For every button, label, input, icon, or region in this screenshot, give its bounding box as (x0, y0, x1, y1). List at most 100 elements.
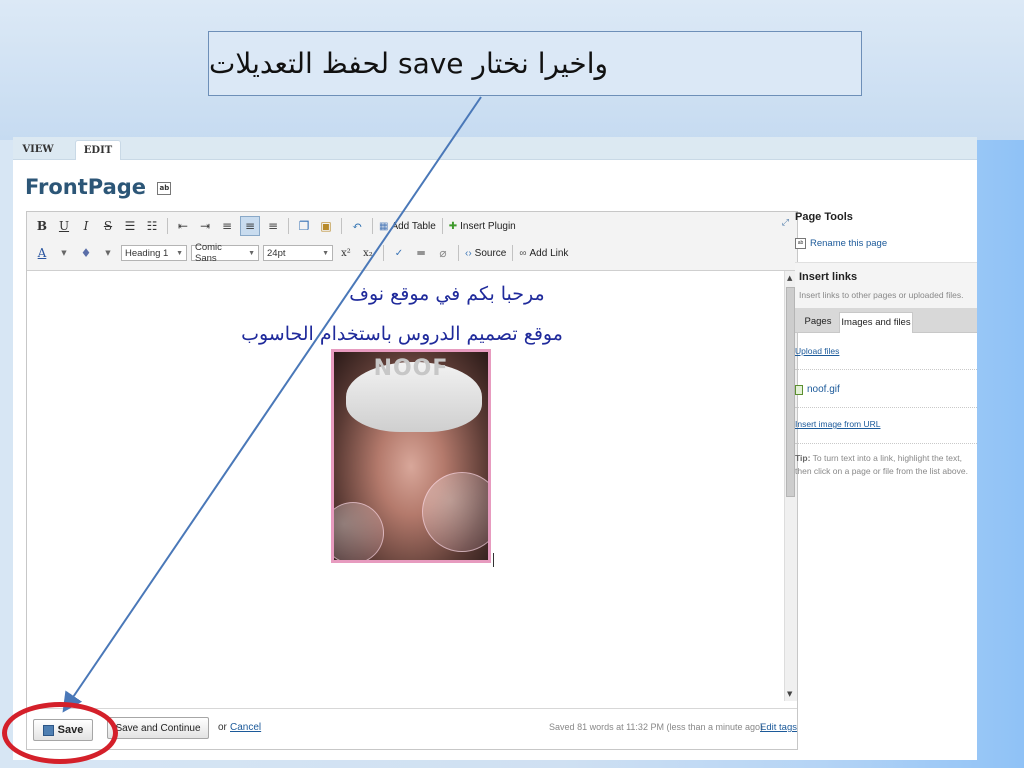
numbered-list-icon[interactable]: ☷ (143, 217, 161, 235)
size-select[interactable]: 24pt ▼ (263, 245, 333, 261)
scroll-up-icon[interactable]: ▲ (787, 274, 792, 282)
eraser-icon[interactable]: ⌀ (434, 244, 452, 262)
floppy-disk-icon (42, 724, 54, 736)
callout-text: واخيرا نختار save لحفظ التعديلات (209, 47, 608, 80)
text-color-icon[interactable]: A (33, 244, 51, 262)
instruction-callout: واخيرا نختار save لحفظ التعديلات (208, 31, 862, 96)
bullet-list-icon[interactable]: ☰ (121, 217, 139, 235)
table-icon: ▦ (379, 220, 389, 232)
scroll-thumb[interactable] (786, 287, 795, 497)
save-button[interactable]: Save (33, 719, 93, 741)
toolbar-row-1: B U I S ☰ ☷ ⇤ ⇥ ≡ ≡ ≡ ❐ ▣ ↶ ▦ Add Table … (33, 215, 516, 237)
insert-links-title: Insert links (799, 271, 858, 283)
align-left-icon[interactable]: ≡ (218, 217, 236, 235)
source-button[interactable]: ‹› Source (465, 248, 506, 259)
save-status-text: Saved 81 words at 11:32 PM (less than a … (549, 722, 763, 732)
insert-image-url-link[interactable]: Insert image from URL (795, 419, 881, 429)
page-title-text: FrontPage (25, 175, 147, 199)
font-select[interactable]: Comic Sans ▼ (191, 242, 259, 264)
add-link-label: Add Link (529, 247, 569, 259)
copy-icon[interactable]: ❐ (295, 217, 313, 235)
align-right-icon[interactable]: ≡ (264, 217, 282, 235)
expand-icon[interactable]: ⤢ (782, 218, 789, 228)
page-tools-heading: Page Tools (795, 211, 853, 223)
superscript-button[interactable]: x² (337, 244, 355, 262)
subscript-button[interactable]: x₂ (359, 244, 377, 262)
image-bubble (334, 502, 384, 560)
tip-text: Tip: To turn text into a link, highlight… (795, 452, 977, 478)
add-table-label: Add Table (391, 220, 436, 232)
undo-icon[interactable]: ↶ (348, 217, 366, 235)
indent-icon[interactable]: ⇥ (196, 217, 214, 235)
tab-edit[interactable]: EDIT (75, 140, 121, 160)
underline-button[interactable]: U (55, 217, 73, 235)
tab-images-and-files[interactable]: Images and files (839, 312, 913, 333)
content-heading-2: موقع تصميم الدروس باستخدام الحاسوب (241, 323, 563, 345)
editor-footer: Save Save and Continue or Cancel Saved 8… (27, 708, 797, 749)
italic-button[interactable]: I (77, 217, 95, 235)
size-select-value: 24pt (267, 247, 286, 259)
sidebar-divider (795, 443, 977, 444)
code-icon: ‹› (465, 247, 472, 259)
rename-icon: ab (795, 238, 806, 249)
toolbar-separator (372, 218, 373, 234)
toolbar-separator (458, 245, 459, 261)
chevron-down-icon: ▼ (248, 249, 255, 257)
tip-body: To turn text into a link, highlight the … (795, 453, 968, 477)
or-text: or (218, 722, 227, 733)
link-icon: ∞ (519, 247, 527, 259)
toolbar-separator (167, 218, 168, 234)
tab-view[interactable]: VIEW (13, 140, 63, 159)
wiki-editor-window: VIEW EDIT FrontPage ab B U I S ☰ ☷ ⇤ ⇥ ≡… (13, 137, 977, 760)
image-watermark-text: NOOF (373, 356, 449, 381)
source-label: Source (474, 247, 507, 259)
image-bubble (422, 472, 488, 552)
paste-icon[interactable]: ▣ (317, 217, 335, 235)
rich-text-editor: B U I S ☰ ☷ ⇤ ⇥ ≡ ≡ ≡ ❐ ▣ ↶ ▦ Add Table … (26, 211, 798, 750)
image-file-icon (795, 384, 803, 395)
insert-plugin-button[interactable]: ✚ Insert Plugin (449, 221, 516, 232)
strikethrough-button[interactable]: S (99, 217, 117, 235)
font-select-value: Comic Sans (195, 242, 222, 264)
chevron-down-icon: ▼ (322, 249, 329, 257)
toolbar-separator (383, 245, 384, 261)
editor-content-area[interactable]: مرحبا بكم في موقع نوف موقع تصميم الدروس … (27, 271, 782, 701)
insert-links-subtitle: Insert links to other pages or uploaded … (799, 290, 964, 300)
puzzle-icon: ✚ (448, 220, 458, 232)
tab-bar: VIEW EDIT (13, 137, 977, 160)
bold-button[interactable]: B (33, 217, 51, 235)
format-select[interactable]: Heading 1 ▼ (121, 245, 187, 261)
chevron-down-icon: ▼ (176, 249, 183, 257)
upload-files-link[interactable]: Upload files (795, 346, 839, 356)
rename-page-link[interactable]: ab Rename this page (795, 238, 887, 249)
rename-page-label: Rename this page (810, 238, 888, 249)
insert-links-tabs: Pages Images and files (795, 308, 977, 333)
highlight-icon[interactable]: ♦ (77, 244, 95, 262)
scroll-down-icon[interactable]: ▼ (787, 690, 792, 698)
insert-links-panel: Insert links Insert links to other pages… (795, 262, 977, 309)
toolbar-separator (441, 218, 443, 234)
spellcheck-icon[interactable]: ✓ (390, 244, 408, 262)
rename-icon[interactable]: ab (157, 181, 172, 195)
chevron-down-icon[interactable]: ▼ (99, 244, 117, 262)
outdent-icon[interactable]: ⇤ (174, 217, 192, 235)
add-table-button[interactable]: ▦ Add Table (379, 221, 436, 232)
file-item-label: noof.gif (807, 384, 840, 395)
cancel-link[interactable]: Cancel (230, 722, 261, 733)
page-title: FrontPage ab (25, 175, 172, 199)
add-link-button[interactable]: ∞ Add Link (519, 248, 568, 259)
toolbar-row-2: A ▼ ♦ ▼ Heading 1 ▼ Comic Sans ▼ 24pt ▼ … (33, 242, 569, 264)
toolbar-separator (288, 218, 289, 234)
editor-toolbar: B U I S ☰ ☷ ⇤ ⇥ ≡ ≡ ≡ ❐ ▣ ↶ ▦ Add Table … (27, 212, 797, 271)
file-item[interactable]: noof.gif (795, 384, 840, 395)
embedded-image[interactable]: NOOF (331, 349, 491, 563)
save-and-continue-button[interactable]: Save and Continue (107, 717, 209, 739)
align-center-icon[interactable]: ≡ (240, 216, 260, 236)
horizontal-rule-icon[interactable]: ═ (412, 244, 430, 262)
edit-tags-link[interactable]: Edit tags (760, 722, 797, 733)
tab-pages[interactable]: Pages (799, 312, 837, 332)
insert-plugin-label: Insert Plugin (460, 220, 516, 232)
tip-label: Tip: (795, 453, 811, 463)
chevron-down-icon[interactable]: ▼ (55, 244, 73, 262)
save-button-label: Save (57, 724, 84, 736)
